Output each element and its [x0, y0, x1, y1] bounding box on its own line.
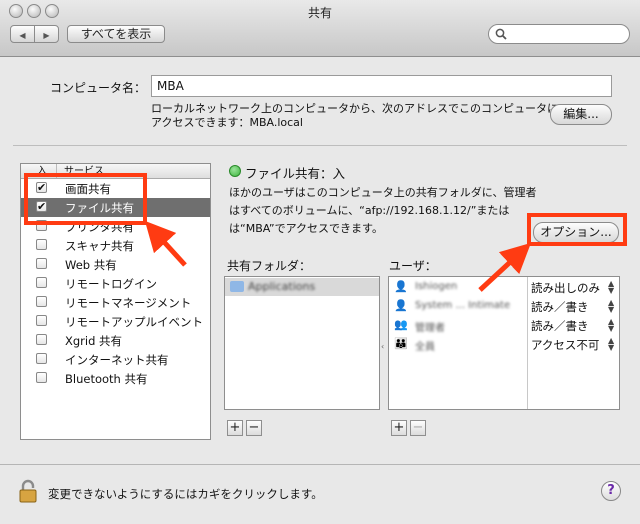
- service-checkbox[interactable]: [36, 372, 47, 383]
- forward-arrow-icon: ▶: [43, 31, 50, 40]
- service-row[interactable]: リモートアップルイベント: [21, 312, 210, 331]
- divider: [13, 145, 627, 146]
- service-row[interactable]: インターネット共有: [21, 350, 210, 369]
- service-row[interactable]: リモートログイン: [21, 274, 210, 293]
- service-checkbox[interactable]: [36, 315, 47, 326]
- service-label: インターネット共有: [65, 353, 169, 367]
- footer-divider: [0, 464, 640, 465]
- lock-text: 変更できないようにするにはカギをクリックします。: [48, 487, 323, 501]
- permission-stepper-icon[interactable]: ▲ ▼: [608, 280, 614, 295]
- add-folder-button[interactable]: +: [227, 420, 243, 436]
- window-title: 共有: [307, 6, 332, 20]
- shared-folders-label: 共有フォルダ：: [227, 259, 312, 273]
- status-indicator-icon: [229, 165, 241, 177]
- service-row[interactable]: スキャナ共有: [21, 236, 210, 255]
- shared-folder-row[interactable]: Applications: [225, 278, 379, 296]
- user-row[interactable]: 👪 全員 アクセス不可 ▲ ▼: [389, 335, 619, 354]
- service-checkbox[interactable]: [36, 258, 47, 269]
- status-desc-1: ほかのユーザはこのコンピュータ上の共有フォルダに、管理者: [229, 186, 537, 199]
- back-button[interactable]: ◀: [10, 25, 35, 43]
- split-handle[interactable]: ‹: [381, 342, 384, 351]
- shared-folders-list: Applications: [224, 276, 380, 410]
- edit-button[interactable]: 編集...: [550, 104, 612, 125]
- show-all-button[interactable]: すべてを表示: [67, 25, 165, 43]
- service-row[interactable]: Web 共有: [21, 255, 210, 274]
- folder-icon: [230, 281, 244, 292]
- service-row[interactable]: Xgrid 共有: [21, 331, 210, 350]
- annotation-highlight-options: [527, 213, 627, 246]
- service-label: Bluetooth 共有: [65, 372, 148, 386]
- remove-user-button[interactable]: −: [410, 420, 426, 436]
- user-permission-select[interactable]: 読み／書き: [531, 299, 589, 315]
- user-name: System ... Intimate: [415, 300, 511, 311]
- service-row[interactable]: Bluetooth 共有: [21, 369, 210, 388]
- user-row[interactable]: 👤 System ... Intimate 読み／書き ▲ ▼: [389, 297, 619, 316]
- user-name: Ishiogen: [415, 281, 458, 292]
- computer-name-label: コンピュータ名：: [50, 81, 147, 95]
- forward-button[interactable]: ▶: [34, 25, 59, 43]
- service-checkbox[interactable]: [36, 296, 47, 307]
- annotation-highlight-services: [24, 173, 147, 225]
- user-row[interactable]: 👤 Ishiogen 読み出しのみ ▲ ▼: [389, 278, 619, 297]
- search-icon: [495, 28, 507, 40]
- users-list: 👤 Ishiogen 読み出しのみ ▲ ▼ 👤 System ... Intimate 読み／…: [388, 276, 620, 410]
- service-label: リモートログイン: [65, 277, 157, 291]
- title-toolbar: 共有 ◀ ▶ すべてを表示: [0, 0, 640, 57]
- computer-name-desc-2: アクセスできます：MBA.local: [151, 116, 303, 129]
- permission-stepper-icon[interactable]: ▲ ▼: [608, 337, 614, 352]
- users-label: ユーザ：: [389, 259, 437, 273]
- group-icon: 👥: [394, 318, 408, 331]
- add-user-button[interactable]: +: [391, 420, 407, 436]
- service-label: スキャナ共有: [65, 239, 134, 253]
- service-checkbox[interactable]: [36, 334, 47, 345]
- computer-name-desc-1: ローカルネットワーク上のコンピュータから、次のアドレスでこのコンピュータに: [151, 102, 558, 115]
- service-label: Xgrid 共有: [65, 334, 123, 348]
- user-permission-select[interactable]: 読み出しのみ: [531, 280, 600, 296]
- service-label: リモートマネージメント: [65, 296, 192, 310]
- user-permission-select[interactable]: アクセス不可: [531, 337, 599, 353]
- lock-icon[interactable]: [18, 479, 38, 503]
- computer-name-value: MBA: [157, 79, 184, 93]
- everyone-icon: 👪: [394, 337, 408, 350]
- permission-stepper-icon[interactable]: ▲ ▼: [608, 318, 614, 333]
- user-permission-select[interactable]: 読み／書き: [531, 318, 589, 334]
- permission-stepper-icon[interactable]: ▲ ▼: [608, 299, 614, 314]
- computer-name-field[interactable]: MBA: [151, 75, 612, 97]
- back-arrow-icon: ◀: [19, 31, 26, 40]
- help-button[interactable]: ?: [601, 481, 621, 501]
- single-user-icon: 👤: [394, 299, 408, 312]
- service-checkbox[interactable]: [36, 239, 47, 250]
- service-checkbox[interactable]: [36, 277, 47, 288]
- service-label: リモートアップルイベント: [65, 315, 203, 329]
- user-row[interactable]: 👥 管理者 読み／書き ▲ ▼: [389, 316, 619, 335]
- service-checkbox[interactable]: [36, 353, 47, 364]
- service-label: Web 共有: [65, 258, 117, 272]
- user-name: 管理者: [415, 323, 445, 334]
- user-name: 全員: [415, 342, 435, 353]
- shared-folder-name: Applications: [248, 280, 316, 293]
- service-row[interactable]: リモートマネージメント: [21, 293, 210, 312]
- single-user-icon: 👤: [394, 280, 408, 293]
- status-desc-2: はすべてのボリュームに、“afp://192.168.1.12/”または: [229, 204, 510, 217]
- status-desc-3: は“MBA”でアクセスできます。: [229, 222, 383, 235]
- remove-folder-button[interactable]: −: [246, 420, 262, 436]
- search-field[interactable]: [488, 24, 630, 44]
- status-title: ファイル共有：入: [245, 166, 346, 181]
- search-input[interactable]: [509, 26, 628, 42]
